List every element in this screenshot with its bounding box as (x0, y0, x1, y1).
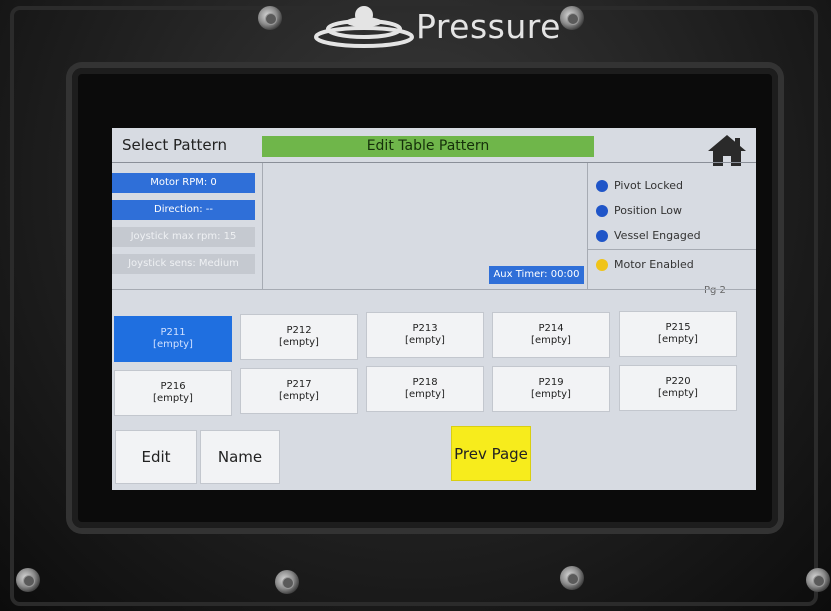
device-housing: Pressure Select Pattern Edit Table Patte… (0, 0, 831, 611)
pattern-name: P213 (412, 323, 438, 334)
pattern-state: [empty] (405, 335, 445, 346)
indicator-label: Pivot Locked (614, 179, 683, 192)
screw-icon (16, 568, 40, 592)
pattern-state: [empty] (153, 339, 193, 350)
pattern-state: [empty] (531, 389, 571, 400)
aux-timer: Aux Timer: 00:00 (489, 266, 584, 284)
brand: Pressure (310, 2, 561, 50)
indicator-vessel-engaged: Vessel Engaged (596, 229, 701, 242)
pattern-name: P216 (160, 381, 186, 392)
select-pattern-button[interactable]: Select Pattern (122, 136, 227, 154)
pattern-state: [empty] (658, 334, 698, 345)
pattern-name: P211 (160, 327, 186, 338)
page-number: Pg 2 (704, 285, 726, 296)
indicator-divider (588, 249, 756, 250)
indicator-panel: Pivot Locked Position Low Vessel Engaged… (588, 163, 756, 289)
pattern-state: [empty] (405, 389, 445, 400)
pattern-state: [empty] (279, 391, 319, 402)
pattern-button-p213[interactable]: P213 [empty] (366, 312, 484, 358)
status-panel: Motor RPM: 0 Direction: -- Joystick max … (112, 163, 263, 289)
screw-icon (275, 570, 299, 594)
indicator-pivot-locked: Pivot Locked (596, 179, 683, 192)
pattern-button-p218[interactable]: P218 [empty] (366, 366, 484, 412)
joystick-sens-readout: Joystick sens: Medium (112, 254, 255, 274)
pattern-button-p217[interactable]: P217 [empty] (240, 368, 358, 414)
page-title: Edit Table Pattern (262, 136, 594, 157)
brand-name: Pressure (416, 6, 561, 46)
direction-readout: Direction: -- (112, 200, 255, 220)
pattern-button-p220[interactable]: P220 [empty] (619, 365, 737, 411)
pattern-button-p214[interactable]: P214 [empty] (492, 312, 610, 358)
screw-icon (560, 566, 584, 590)
joystick-max-readout: Joystick max rpm: 15 (112, 227, 255, 247)
status-dot-icon (596, 258, 608, 271)
indicator-motor-enabled: Motor Enabled (596, 258, 694, 271)
pattern-name: P215 (665, 322, 691, 333)
pattern-name: P218 (412, 377, 438, 388)
screw-icon (258, 6, 282, 30)
pattern-state: [empty] (658, 388, 698, 399)
pattern-state: [empty] (153, 393, 193, 404)
section-divider (112, 289, 756, 290)
indicator-label: Position Low (614, 204, 682, 217)
prev-page-button[interactable]: Prev Page (451, 426, 531, 481)
pattern-name: P212 (286, 325, 312, 336)
pattern-button-p215[interactable]: P215 [empty] (619, 311, 737, 357)
pattern-button-p211[interactable]: P211 [empty] (114, 316, 232, 362)
status-dot-icon (596, 179, 608, 192)
pattern-name: P219 (538, 377, 564, 388)
indicator-label: Vessel Engaged (614, 229, 701, 242)
indicator-position-low: Position Low (596, 204, 682, 217)
brand-logo-icon (314, 6, 414, 48)
pattern-button-p219[interactable]: P219 [empty] (492, 366, 610, 412)
indicator-label: Motor Enabled (614, 258, 694, 271)
pattern-button-p212[interactable]: P212 [empty] (240, 314, 358, 360)
touch-screen: Select Pattern Edit Table Pattern Motor … (112, 128, 756, 490)
pattern-state: [empty] (531, 335, 571, 346)
pattern-name: P214 (538, 323, 564, 334)
status-dot-icon (596, 229, 608, 242)
pattern-name: P217 (286, 379, 312, 390)
status-dot-icon (596, 204, 608, 217)
name-button[interactable]: Name (200, 430, 280, 484)
edit-button[interactable]: Edit (115, 430, 197, 484)
screw-icon (806, 568, 830, 592)
motor-rpm-readout: Motor RPM: 0 (112, 173, 255, 193)
pattern-state: [empty] (279, 337, 319, 348)
pattern-button-p216[interactable]: P216 [empty] (114, 370, 232, 416)
screw-icon (560, 6, 584, 30)
pattern-name: P220 (665, 376, 691, 387)
